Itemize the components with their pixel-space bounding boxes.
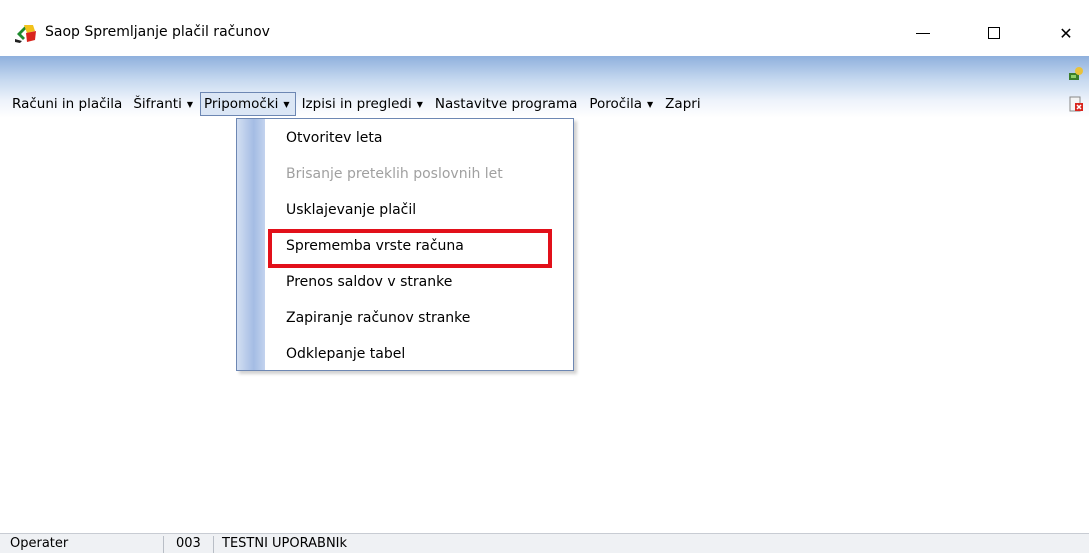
maximize-icon [988, 27, 1000, 39]
status-operator-code: 003 [172, 536, 214, 553]
menu-nastavitve-programa[interactable]: Nastavitve programa [431, 92, 582, 116]
title-bar: Saop Spremljanje plačil računov ✕ [0, 0, 1089, 56]
menu-label: Nastavitve programa [434, 96, 578, 112]
menu-label: Izpisi in pregledi [301, 96, 412, 112]
dropdown-arrow-icon: ▼ [647, 99, 654, 109]
menu-label: Poročila [589, 96, 643, 112]
saop-app-icon [15, 25, 36, 43]
menu-item-odklepanje-tabel[interactable]: Odklepanje tabel [286, 346, 405, 362]
minimize-icon [916, 32, 930, 34]
maximize-button[interactable] [971, 16, 1017, 50]
menu-zapri[interactable]: Zapri [661, 92, 704, 116]
menu-label: Šifranti [133, 96, 182, 112]
menu-label: Pripomočki [203, 96, 279, 112]
menu-bar: Računi in plačila Šifranti ▼ Pripomočki … [8, 92, 705, 116]
dropdown-arrow-icon: ▼ [416, 99, 423, 109]
toolbar-right-icons [1068, 66, 1089, 126]
menu-label: Računi in plačila [12, 96, 123, 112]
exit-icon[interactable] [1068, 96, 1084, 112]
dropdown-icon-strip [237, 119, 265, 370]
menu-pripomocki[interactable]: Pripomočki ▼ [199, 92, 296, 116]
menu-item-otvoritev-leta[interactable]: Otvoritev leta [286, 130, 382, 146]
dropdown-arrow-icon: ▼ [283, 99, 290, 109]
window-title: Saop Spremljanje plačil računov [45, 24, 270, 40]
status-bar: Operater 003 TESTNI UPORABNIk [0, 533, 1089, 553]
menu-porocila[interactable]: Poročila ▼ [585, 92, 659, 116]
menu-item-usklajevanje-placil[interactable]: Usklajevanje plačil [286, 202, 416, 218]
status-operator-label: Operater [6, 536, 164, 553]
menu-sifranti[interactable]: Šifranti ▼ [129, 92, 199, 116]
highlight-annotation [268, 229, 552, 268]
status-operator-name: TESTNI UPORABNIk [222, 536, 348, 551]
dropdown-arrow-icon: ▼ [186, 99, 193, 109]
menu-item-brisanje-preteklih-let: Brisanje preteklih poslovnih let [286, 166, 503, 182]
close-icon: ✕ [1059, 23, 1073, 43]
menu-racuni-in-placila[interactable]: Računi in plačila [8, 92, 126, 116]
menu-izpisi-in-pregledi[interactable]: Izpisi in pregledi ▼ [298, 92, 429, 116]
menu-item-prenos-saldov[interactable]: Prenos saldov v stranke [286, 274, 452, 290]
menu-label: Zapri [665, 96, 701, 112]
close-button[interactable]: ✕ [1043, 16, 1089, 50]
minimize-button[interactable] [900, 16, 946, 50]
menu-item-zapiranje-racunov[interactable]: Zapiranje računov stranke [286, 310, 470, 326]
help-user-icon[interactable] [1068, 66, 1084, 82]
